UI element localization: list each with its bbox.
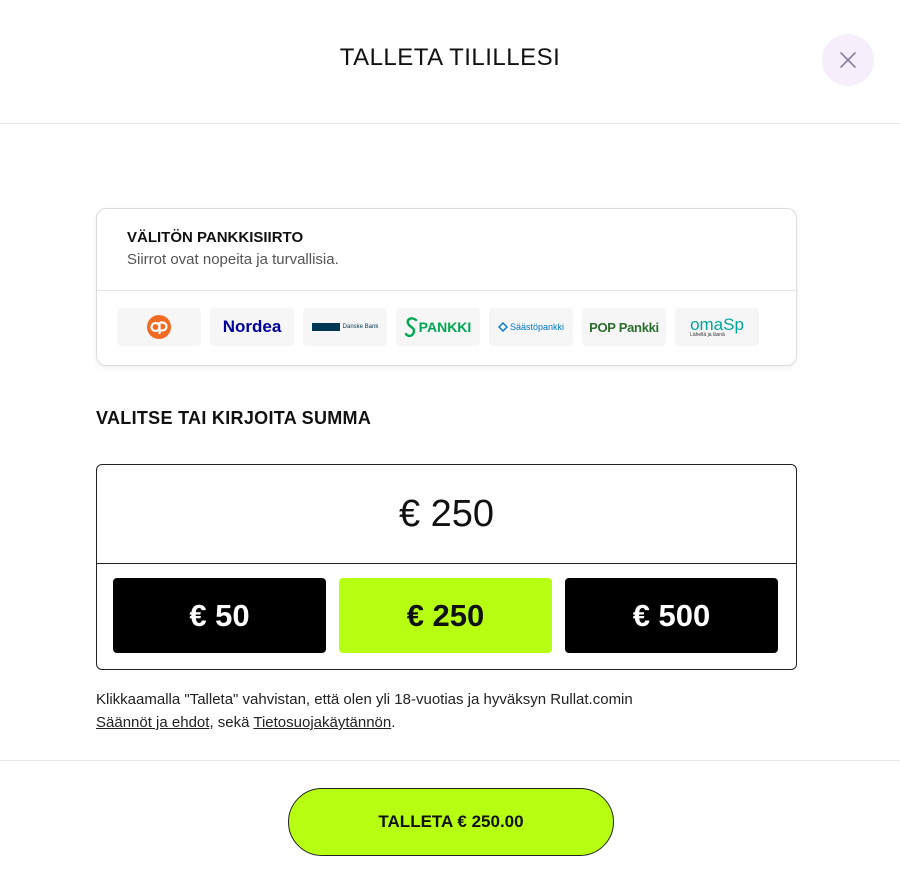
privacy-link[interactable]: Tietosuojakäytännön	[253, 714, 391, 731]
bank-logo-nordea[interactable]: Nordea	[210, 308, 294, 346]
footer-divider	[0, 760, 900, 761]
amount-selector: € 250 € 50 € 250 € 500	[96, 464, 797, 670]
rules-link[interactable]: Säännöt ja ehdot	[96, 714, 209, 731]
s-pankki-logo: PANKKI	[404, 317, 471, 337]
amount-section-label: VALITSE TAI KIRJOITA SUMMA	[96, 408, 372, 428]
bank-transfer-subtitle: Siirrot ovat nopeita ja turvallisia.	[127, 251, 339, 268]
omasp-logo: omaSp Lähellä ja läsnä	[690, 315, 744, 338]
pop-pankki-logo: POP Pankki	[589, 319, 659, 335]
preset-50-button[interactable]: € 50	[113, 578, 326, 653]
bank-card-divider	[97, 290, 796, 291]
danske-bank-logo: Danske Bank	[311, 323, 378, 331]
saastopankki-leaf-icon	[497, 322, 508, 332]
bank-logo-omasp[interactable]: omaSp Lähellä ja läsnä	[675, 308, 759, 346]
op-logo-icon	[147, 315, 171, 339]
bank-transfer-title: VÄLITÖN PANKKISIIRTO	[127, 229, 304, 246]
bank-logo-list: Nordea Danske Bank PANKKI Säästöpankki P…	[117, 308, 759, 346]
bank-logo-danske[interactable]: Danske Bank	[303, 308, 387, 346]
preset-500-button[interactable]: € 500	[565, 578, 778, 653]
close-icon	[840, 52, 856, 68]
danske-bank-mark	[311, 323, 340, 331]
terms-text: Klikkaamalla "Talleta" vahvistan, että o…	[96, 691, 633, 731]
bank-transfer-card: VÄLITÖN PANKKISIIRTO Siirrot ovat nopeit…	[96, 208, 797, 366]
s-pankki-s-icon	[404, 317, 417, 337]
amount-divider	[97, 563, 796, 564]
deposit-button[interactable]: TALLETA € 250.00	[288, 788, 614, 856]
nordea-logo: Nordea	[222, 317, 282, 336]
preset-250-button[interactable]: € 250	[339, 578, 552, 653]
bank-logo-saastopankki[interactable]: Säästöpankki	[489, 308, 573, 346]
modal-header: TALLETA TILILLESI	[0, 0, 900, 124]
modal-title: TALLETA TILILLESI	[339, 44, 561, 71]
bank-logo-pop-pankki[interactable]: POP Pankki	[582, 308, 666, 346]
bank-logo-s-pankki[interactable]: PANKKI	[396, 308, 480, 346]
close-button[interactable]	[822, 34, 874, 86]
saastopankki-logo: Säästöpankki	[497, 322, 564, 332]
amount-input[interactable]: € 250	[97, 465, 796, 563]
bank-logo-op[interactable]	[117, 308, 201, 346]
